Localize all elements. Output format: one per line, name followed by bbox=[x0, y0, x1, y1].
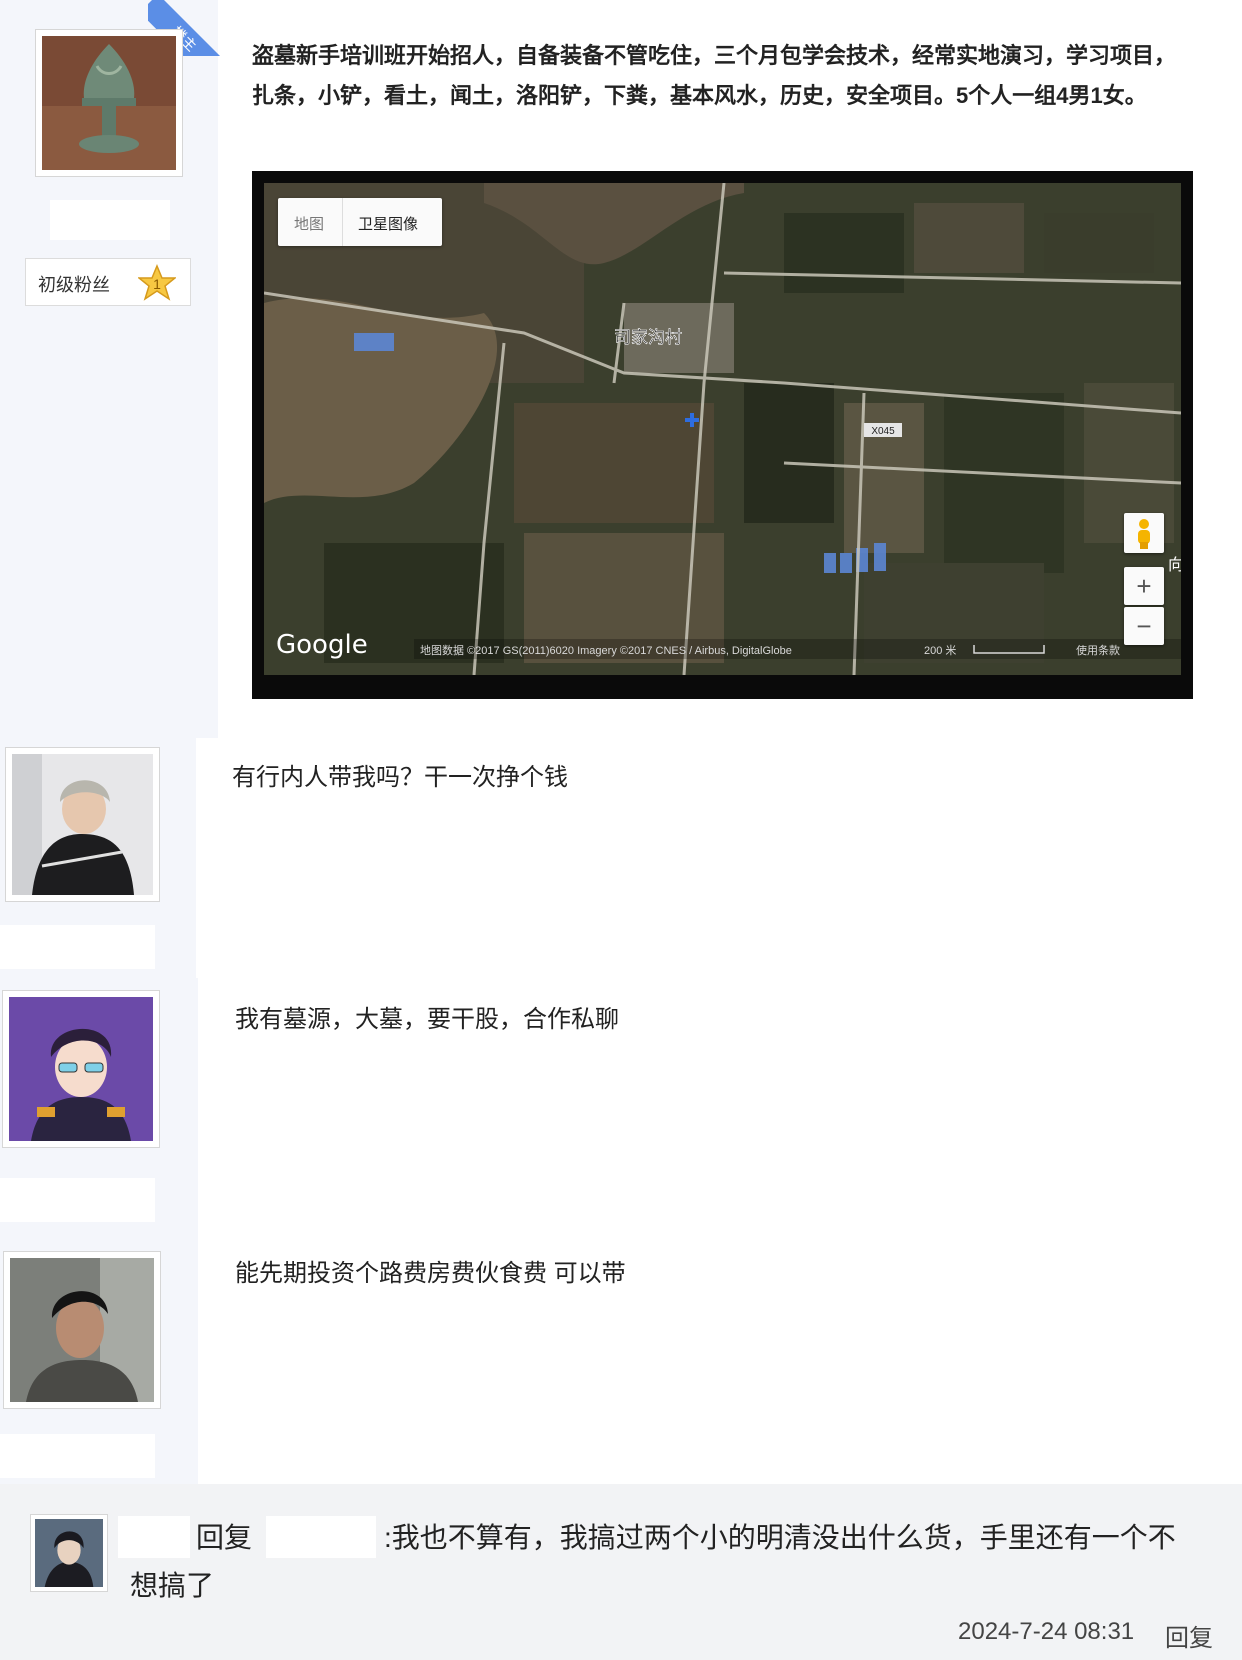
map-scale: 200 米 bbox=[924, 644, 956, 657]
op-post-text: 盗墓新手培训班开始招人，自备装备不管吃住，三个月包学会技术，经常实地演习，学习项… bbox=[252, 43, 1177, 108]
bronze-vessel-image bbox=[42, 36, 176, 170]
map-attribution: 地图数据 ©2017 GS(2011)6020 Imagery ©2017 CN… bbox=[420, 643, 792, 657]
map-terms: 使用条款 bbox=[1076, 643, 1120, 657]
rank-badge[interactable]: 初级粉丝 1 bbox=[25, 258, 191, 306]
map-image: X045 司家沟村 Google 地图数据 ©2017 GS(2011)6020… bbox=[252, 171, 1193, 699]
sub-reply-text: :我也不算有，我搞过两个小的明清没出什么货，手里还有一个不想搞了 bbox=[130, 1522, 1176, 1601]
reply2-username[interactable] bbox=[0, 1178, 155, 1222]
user-photo-image bbox=[12, 754, 153, 895]
map-side-text: 向 bbox=[1168, 555, 1181, 574]
rank-label: 初级粉丝 bbox=[38, 275, 110, 296]
satellite-map[interactable]: X045 司家沟村 Google 地图数据 ©2017 GS(2011)6020… bbox=[264, 183, 1181, 675]
reply2-text: 我有墓源，大墓，要干股，合作私聊 bbox=[235, 1006, 619, 1033]
user-photo-image bbox=[35, 1519, 103, 1587]
sub-reply-timestamp: 2024-7-24 08:31 bbox=[958, 1618, 1135, 1645]
cartoon-avatar-image bbox=[9, 997, 153, 1141]
reply3-text: 能先期投资个路费房费伙食费 可以带 bbox=[235, 1260, 626, 1287]
village-label: 司家沟村 bbox=[614, 328, 682, 348]
reply3-username[interactable] bbox=[0, 1434, 155, 1478]
zoom-out-button[interactable]: − bbox=[1124, 607, 1164, 645]
sub-reply-avatar[interactable] bbox=[30, 1514, 108, 1592]
rank-level: 1 bbox=[153, 276, 161, 292]
op-username[interactable] bbox=[50, 200, 170, 240]
star-level-icon: 1 bbox=[138, 264, 176, 301]
sub-reply-area: 回复 :我也不算有，我搞过两个小的明清没出什么货，手里还有一个不想搞了 2024… bbox=[0, 1484, 1242, 1660]
reply3-avatar[interactable] bbox=[3, 1251, 161, 1409]
reply1-avatar[interactable] bbox=[5, 747, 160, 902]
zoom-in-button[interactable]: + bbox=[1124, 567, 1164, 605]
satellite-terrain: X045 司家沟村 Google 地图数据 ©2017 GS(2011)6020… bbox=[264, 183, 1181, 675]
tab-satellite[interactable]: 卫星图像 bbox=[358, 213, 418, 234]
op-avatar[interactable] bbox=[35, 29, 183, 177]
sub-reply-button[interactable]: 回复 bbox=[1165, 1618, 1213, 1653]
reply1-text: 有行内人带我吗？干一次挣个钱 bbox=[232, 764, 568, 791]
road-label: X045 bbox=[871, 426, 895, 437]
google-logo: Google bbox=[276, 630, 368, 660]
user-photo-image bbox=[10, 1258, 154, 1402]
reply1-username[interactable] bbox=[0, 925, 155, 969]
tab-map[interactable]: 地图 bbox=[294, 213, 324, 234]
reply2-avatar[interactable] bbox=[2, 990, 160, 1148]
street-view-pegman-icon[interactable] bbox=[1124, 513, 1164, 553]
toggle-divider bbox=[342, 198, 343, 246]
map-type-toggle[interactable]: 地图 卫星图像 bbox=[278, 198, 442, 246]
